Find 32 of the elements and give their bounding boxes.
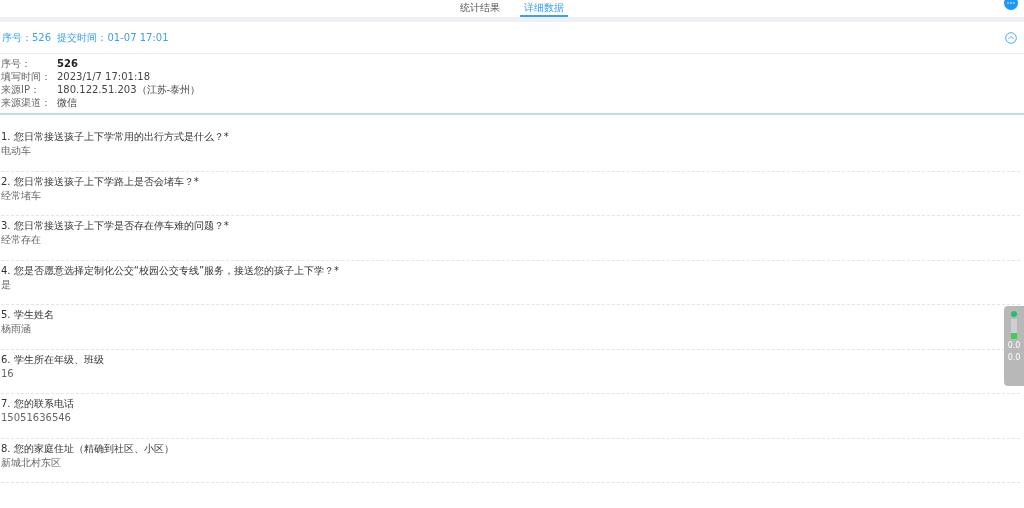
info-label: 填写时间： bbox=[1, 71, 52, 83]
info-value: 526 bbox=[57, 58, 78, 70]
info-label: 来源IP： bbox=[1, 84, 41, 96]
chevron-up-icon[interactable] bbox=[1005, 31, 1017, 44]
question-text: 2. 您日常接送孩子上下学路上是否会堵车？* bbox=[1, 174, 199, 188]
info-value: 180.122.51.203（江苏-泰州） bbox=[57, 84, 201, 96]
info-label: 序号： bbox=[1, 58, 32, 70]
info-value: 2023/1/7 17:01:18 bbox=[57, 71, 150, 83]
more-button[interactable] bbox=[1004, 0, 1018, 10]
info-value: 微信 bbox=[57, 97, 77, 109]
record-title: 序号：526 提交时间：01-07 17:01 bbox=[2, 31, 169, 45]
answer-text: 电动车 bbox=[1, 145, 31, 157]
question-text: 5. 学生姓名 bbox=[1, 308, 54, 321]
question-text: 8. 您的家庭住址（精确到社区、小区） bbox=[1, 441, 174, 455]
answer-text: 15051636546 bbox=[1, 412, 71, 424]
info-label: 来源渠道： bbox=[1, 97, 52, 109]
question-text: 4. 您是否愿意选择定制化公交“校园公交专线”服务，接送您的孩子上下学？* bbox=[1, 263, 340, 277]
answer-text: 16 bbox=[1, 367, 14, 380]
answer-text: 是 bbox=[1, 278, 11, 291]
question-text: 3. 您日常接送孩子上下学是否存在停车难的问题？* bbox=[1, 219, 229, 232]
question-text: 6. 学生所在年级、班级 bbox=[1, 352, 104, 366]
speed-reading: 0.0 bbox=[1007, 341, 1021, 351]
speed-reading: 0.0 bbox=[1007, 353, 1021, 363]
answer-text: 杨雨涵 bbox=[1, 323, 31, 335]
question-text: 1. 您日常接送孩子上下学常用的出行方式是什么？* bbox=[1, 130, 229, 143]
record-header[interactable]: 序号：526 提交时间：01-07 17:01 bbox=[0, 22, 1024, 54]
question-text: 7. 您的联系电话 bbox=[1, 397, 74, 410]
tab[interactable]: 统计结果 bbox=[456, 2, 504, 17]
gauge-icon bbox=[1011, 319, 1017, 339]
answer-text: 经常存在 bbox=[1, 234, 41, 246]
answer-text: 经常堵车 bbox=[1, 189, 41, 202]
answer-text: 新城北村东区 bbox=[1, 456, 61, 469]
